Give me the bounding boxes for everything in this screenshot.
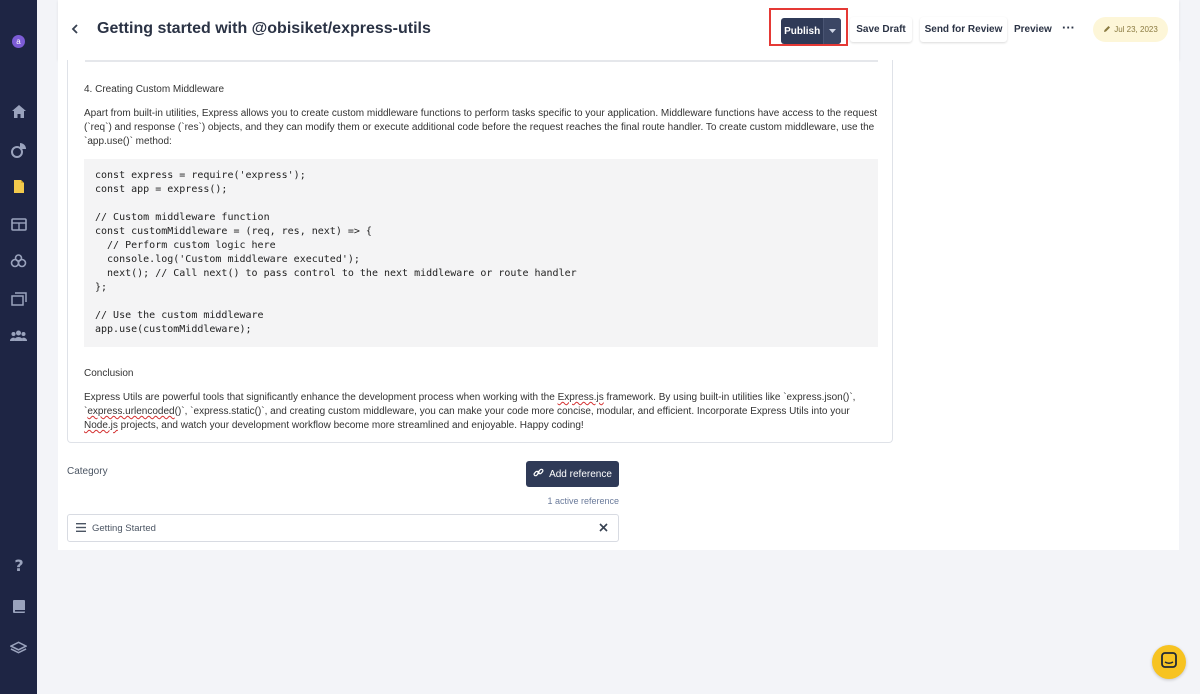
date-text: Jul 23, 2023 <box>1114 25 1158 34</box>
code-line: const customMiddleware = (req, res, next… <box>95 226 372 237</box>
chat-support-button[interactable] <box>1152 645 1186 679</box>
table-icon[interactable] <box>10 216 27 233</box>
code-line: }; <box>95 282 108 293</box>
code-block[interactable]: const express = require('express'); cons… <box>84 159 878 347</box>
home-icon[interactable] <box>10 103 27 120</box>
publish-label: Publish <box>784 25 821 37</box>
text-run: projects, and watch your development wor… <box>117 420 584 431</box>
send-for-review-button[interactable]: Send for Review <box>920 17 1007 42</box>
editor-header: Getting started with @obisiket/express-u… <box>58 0 1179 60</box>
analytics-icon[interactable] <box>10 141 27 158</box>
content-editor[interactable]: 4. Creating Custom Middleware Apart from… <box>67 60 893 443</box>
pencil-icon <box>1103 25 1111 35</box>
svg-text:?: ? <box>14 557 23 573</box>
code-line: // Custom middleware function <box>95 212 270 223</box>
team-icon[interactable] <box>10 327 27 344</box>
category-name: Getting Started <box>92 523 156 534</box>
page-title: Getting started with @obisiket/express-u… <box>97 20 431 37</box>
category-label: Category <box>67 466 108 477</box>
code-line: // Use the custom middleware <box>95 310 264 321</box>
code-line: console.log('Custom middleware executed'… <box>95 254 360 265</box>
more-options-icon[interactable]: ··· <box>1062 17 1075 42</box>
help-icon[interactable]: ? <box>10 556 27 573</box>
layers-icon[interactable] <box>10 639 27 656</box>
text-run: Express Utils are powerful tools that si… <box>84 392 558 403</box>
conclusion-heading: Conclusion <box>84 368 134 379</box>
chat-icon <box>1161 651 1177 673</box>
section-heading: 4. Creating Custom Middleware <box>84 84 225 95</box>
gallery-icon[interactable] <box>10 290 27 307</box>
link-icon <box>533 467 544 481</box>
publish-highlight: Publish <box>769 8 848 46</box>
chevron-down-icon[interactable] <box>823 18 841 44</box>
conclusion-paragraph: Express Utils are powerful tools that si… <box>84 391 884 433</box>
code-line: next(); // Call next() to pass control t… <box>95 268 577 279</box>
preview-button[interactable]: Preview <box>1014 17 1052 42</box>
save-draft-button[interactable]: Save Draft <box>850 17 912 42</box>
code-line: // Perform custom logic here <box>95 240 276 251</box>
spellcheck-word: Node.js <box>84 420 118 431</box>
people-icon[interactable] <box>10 253 27 270</box>
chevron-left-icon[interactable] <box>70 22 84 38</box>
book-icon[interactable] <box>10 598 27 615</box>
sidebar: a ? <box>0 0 37 694</box>
code-line: const express = require('express'); <box>95 170 306 181</box>
workspace-avatar[interactable]: a <box>12 35 25 48</box>
date-badge[interactable]: Jul 23, 2023 <box>1093 17 1168 42</box>
text-run: ()`, `express.static()`, and creating cu… <box>174 406 850 417</box>
active-reference-count[interactable]: 1 active reference <box>528 496 619 506</box>
spellcheck-word: Express.js <box>557 392 604 403</box>
publish-button[interactable]: Publish <box>781 18 841 44</box>
code-line: const app = express(); <box>95 184 228 195</box>
drag-handle-icon[interactable] <box>76 523 86 535</box>
document-icon[interactable] <box>10 178 27 195</box>
close-icon[interactable] <box>599 521 608 534</box>
add-reference-button[interactable]: Add reference <box>526 461 619 487</box>
spellcheck-word: express.urlencoded <box>87 406 175 417</box>
add-reference-label: Add reference <box>549 468 612 480</box>
code-line: app.use(customMiddleware); <box>95 324 252 335</box>
divider <box>85 60 878 62</box>
category-item[interactable]: Getting Started <box>67 514 619 542</box>
intro-paragraph: Apart from built-in utilities, Express a… <box>84 108 878 147</box>
main-panel: 4. Creating Custom Middleware Apart from… <box>58 60 1179 550</box>
